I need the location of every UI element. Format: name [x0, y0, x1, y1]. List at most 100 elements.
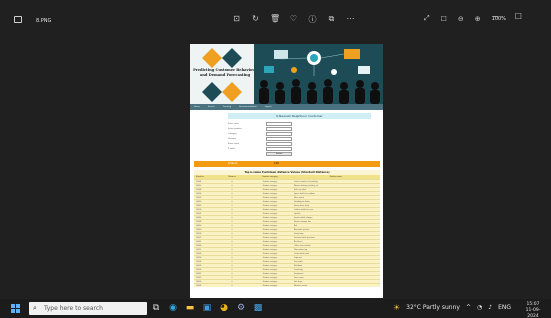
product-cell: Bed sheet — [294, 241, 303, 243]
clock[interactable]: 15:07 11-09-2024 — [522, 302, 544, 318]
product-cell: Lipstick — [294, 213, 301, 215]
submit-button[interactable]: Submit — [266, 152, 292, 156]
distance-cell: 0 — [231, 285, 233, 287]
distance-cell: 0 — [231, 233, 233, 235]
category-cell: Product category — [262, 269, 278, 271]
stock-cell: 10019 — [196, 201, 202, 203]
share-icon[interactable]: ⧉ — [327, 14, 336, 25]
fullscreen-icon[interactable]: ⤢ — [424, 14, 430, 23]
distance-cell: 0 — [231, 265, 233, 267]
distance-cell: 0 — [231, 185, 233, 187]
system-tray: ☀ 32°C Partly sunny ^ ◔ ♪ ENG — [393, 303, 511, 312]
field-label: Select product — [228, 128, 242, 130]
tray-overflow-icon[interactable]: ^ — [466, 304, 471, 311]
category-cell: Product category — [262, 229, 278, 231]
chrome-icon[interactable]: ◕ — [219, 303, 229, 314]
network-icon[interactable]: ◔ — [477, 304, 482, 311]
clock-date: 11-09-2024 — [525, 308, 541, 318]
stock-cell: 10037 — [196, 237, 202, 239]
category-select[interactable] — [266, 132, 292, 136]
value-input[interactable] — [266, 122, 292, 126]
site-title: Predicting Customer Behaviour and Demand… — [193, 68, 257, 77]
distance-cell: 0 — [231, 189, 233, 191]
stock-cell: 10033 — [196, 281, 202, 283]
product-cell: Yoga mat — [294, 257, 302, 259]
table-row: 10003 0 Product category Leather wallet for… — [194, 207, 380, 211]
table-row: 10042 0 Product category Smart mobile charg… — [194, 215, 380, 219]
field-label: Distance — [228, 138, 237, 140]
category-cell: Product category — [262, 277, 278, 279]
field-label: Enter count — [228, 143, 240, 145]
stock-cell: 10009 — [196, 233, 202, 235]
product-select[interactable] — [266, 127, 292, 131]
product-cell: Belt — [294, 225, 298, 227]
windows-start-icon[interactable] — [11, 304, 20, 313]
nav-item-recommendation[interactable]: Recommendation — [239, 106, 257, 108]
k-value: 100 — [274, 162, 279, 165]
weather-text[interactable]: 32°C Partly sunny — [406, 304, 460, 311]
distance-input[interactable] — [266, 137, 292, 141]
photos-icon[interactable]: ▩ — [253, 303, 263, 314]
table-row: 10050 0 Product category Bluetooth speaker — [194, 227, 380, 231]
zoom-in-icon[interactable]: ⊕ — [475, 15, 481, 23]
product-cell: Bluetooth speaker — [294, 229, 310, 231]
distance-cell: 0 — [231, 209, 233, 211]
delete-icon[interactable]: 🗑 — [270, 14, 280, 25]
table-row: 10016 0 Product category Belt — [194, 223, 380, 227]
product-cell: Handbag for ladies — [294, 201, 310, 203]
product-cell: Cotton bath towel — [294, 253, 310, 255]
favorite-icon[interactable]: ♡ — [289, 14, 298, 25]
category-cell: Product category — [262, 233, 278, 235]
k-value-input[interactable] — [266, 147, 292, 151]
k-value-bar: K-Value 100 — [194, 161, 380, 167]
info-icon[interactable]: ⓘ — [308, 14, 317, 25]
table-row: 10033 0 Product category Hair dryer — [194, 279, 380, 283]
table-row: 10021 0 Product category Bed sheet — [194, 239, 380, 243]
edge-browser-icon[interactable]: ◉ — [168, 303, 178, 314]
photos-app-icon — [14, 16, 22, 23]
product-cell: Hair dryer — [294, 281, 303, 283]
count-input[interactable] — [266, 142, 292, 146]
fit-window-icon[interactable]: ☐ — [441, 15, 447, 23]
distance-cell: 0 — [231, 217, 233, 219]
table-row: 10009 0 Product category Study lamp — [194, 231, 380, 235]
weather-icon[interactable]: ☀ — [393, 303, 400, 312]
product-cell: Mens watch — [294, 197, 305, 199]
distance-cell: 0 — [231, 241, 233, 243]
more-options-icon[interactable]: ⋯ — [346, 14, 355, 25]
stock-cell: 10026 — [196, 253, 202, 255]
zoom-out-icon[interactable]: ⊖ — [458, 15, 464, 23]
category-cell: Product category — [262, 209, 278, 211]
language-indicator[interactable]: ENG — [498, 304, 511, 311]
category-cell: Product category — [262, 257, 278, 259]
displayed-image: Predicting Customer Behaviour and Demand… — [190, 44, 383, 298]
product-cell: Kid's toy block — [294, 189, 307, 191]
maximize-button[interactable]: ☐ — [515, 12, 522, 21]
minimize-button[interactable]: − — [492, 12, 499, 21]
edit-image-icon[interactable]: ⊡ — [232, 14, 241, 25]
task-view-icon[interactable]: ⧉ — [151, 303, 161, 314]
distance-cell: 0 — [231, 277, 233, 279]
volume-icon[interactable]: ♪ — [488, 304, 492, 311]
product-cell: Office chair cushion — [294, 245, 311, 247]
settings-icon[interactable]: ⚙ — [236, 303, 246, 314]
distance-cell: 0 — [231, 213, 233, 215]
category-cell: Product category — [262, 217, 278, 219]
nav-item-home[interactable]: Home — [194, 106, 200, 108]
distance-cell: 0 — [231, 181, 233, 183]
nav-item-logout[interactable]: Logout — [265, 106, 272, 108]
file-explorer-icon[interactable]: ▬ — [185, 303, 195, 314]
table-row: 10007 0 Product category Mens watch — [194, 195, 380, 199]
rotate-icon[interactable]: ↻ — [251, 14, 260, 25]
category-cell: Product category — [262, 205, 278, 207]
distance-cell: 0 — [231, 193, 233, 195]
nav-item-search[interactable]: Search — [208, 106, 215, 108]
store-icon[interactable]: ▣ — [202, 303, 212, 314]
table-row: 10048 0 Product category Kid's toy block — [194, 187, 380, 191]
nav-item-tracking[interactable]: Tracking — [223, 106, 231, 108]
header-product: Product name — [329, 176, 343, 178]
distance-cell: 0 — [231, 281, 233, 283]
file-name: 8.PNG — [36, 18, 52, 24]
form-row: Select product — [228, 127, 292, 131]
taskbar-search[interactable]: ⌕ Type here to search — [29, 302, 147, 315]
